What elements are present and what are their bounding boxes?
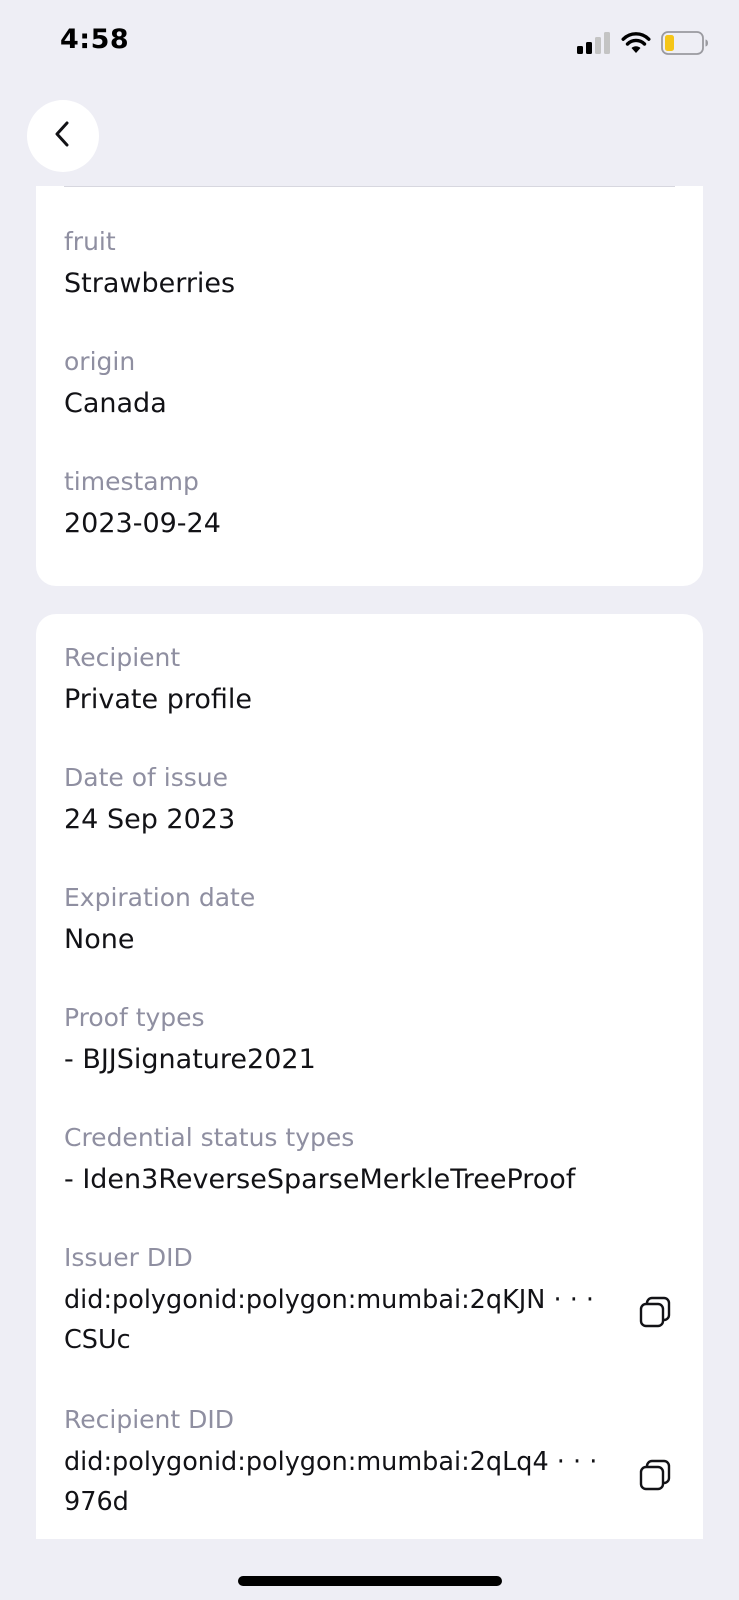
field-value: Private profile: [64, 684, 252, 715]
field-label: Proof types: [64, 1003, 205, 1032]
field-value: 24 Sep 2023: [64, 804, 236, 835]
cellular-signal-icon: [577, 32, 611, 58]
field-label: origin: [64, 347, 136, 376]
recipient-field: Recipient Private profile: [64, 642, 675, 720]
proof-types-field: Proof types - BJJSignature2021: [64, 1002, 675, 1080]
home-indicator[interactable]: [238, 1576, 502, 1586]
status-time: 4:58: [60, 24, 130, 55]
field-value: - BJJSignature2021: [64, 1044, 316, 1075]
back-button[interactable]: [27, 100, 99, 172]
wifi-icon: [621, 32, 651, 58]
status-bar: 4:58: [0, 0, 739, 90]
claim-attributes-card: fruit Strawberries origin Canada timesta…: [36, 186, 703, 586]
copy-icon: [638, 1458, 672, 1496]
field-label: Recipient DID: [64, 1405, 234, 1434]
field-label: Credential status types: [64, 1123, 355, 1152]
issuer-did-value: did:polygonid:polygon:mumbai:2qKJN · · ·…: [64, 1285, 595, 1355]
recipient-did-field: Recipient DID did:polygonid:polygon:mumb…: [64, 1404, 675, 1522]
copy-recipient-did-button[interactable]: [635, 1457, 675, 1497]
issuer-did-field: Issuer DID did:polygonid:polygon:mumbai:…: [64, 1242, 675, 1360]
status-icons: [577, 31, 709, 59]
credential-status-types-field: Credential status types - Iden3ReverseSp…: [64, 1122, 675, 1200]
field-value: 2023-09-24: [64, 508, 221, 539]
field-value: - Iden3ReverseSparseMerkleTreeProof: [64, 1164, 576, 1195]
attribute-timestamp: timestamp 2023-09-24: [64, 466, 675, 544]
copy-icon: [638, 1295, 672, 1333]
date-of-issue-field: Date of issue 24 Sep 2023: [64, 762, 675, 840]
field-label: Expiration date: [64, 883, 256, 912]
recipient-did-value: did:polygonid:polygon:mumbai:2qLq4 · · ·…: [64, 1447, 598, 1517]
field-value: None: [64, 924, 135, 955]
expiration-date-field: Expiration date None: [64, 882, 675, 960]
field-label: fruit: [64, 227, 116, 256]
attribute-fruit: fruit Strawberries: [64, 226, 675, 304]
field-label: Issuer DID: [64, 1243, 193, 1272]
field-label: Date of issue: [64, 763, 228, 792]
card-divider: [64, 186, 675, 187]
field-value: Strawberries: [64, 268, 236, 299]
copy-issuer-did-button[interactable]: [635, 1294, 675, 1334]
field-label: timestamp: [64, 467, 199, 496]
field-value: Canada: [64, 388, 167, 419]
field-label: Recipient: [64, 643, 181, 672]
credential-details-card: Recipient Private profile Date of issue …: [36, 614, 703, 1539]
chevron-left-icon: [51, 119, 75, 153]
battery-low-icon: [661, 31, 709, 59]
attribute-origin: origin Canada: [64, 346, 675, 424]
